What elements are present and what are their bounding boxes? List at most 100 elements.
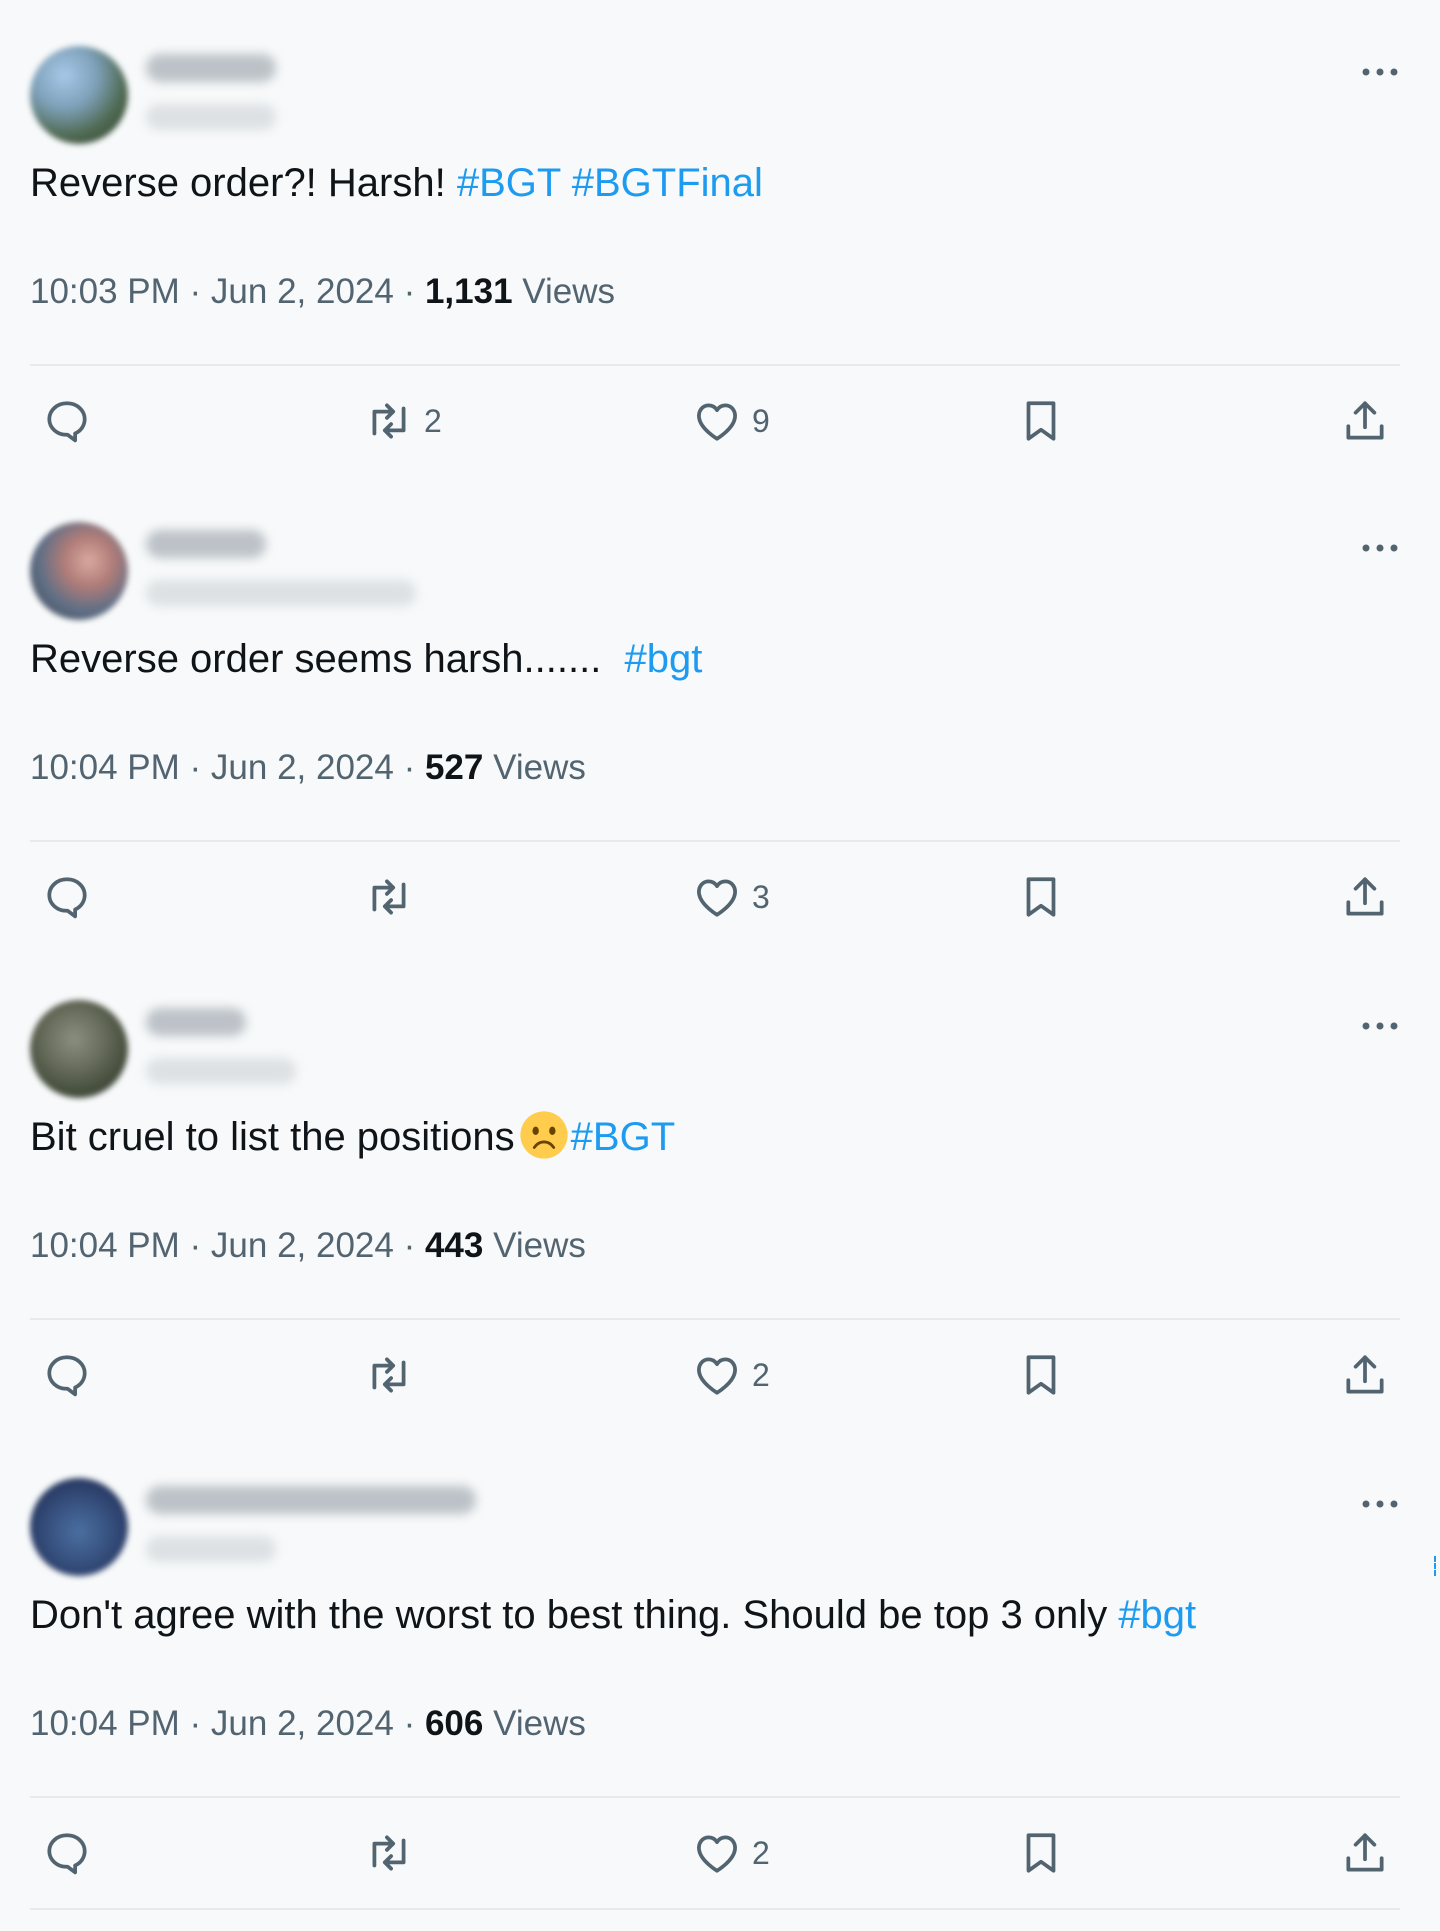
bookmark-button[interactable]: [1016, 872, 1066, 922]
hashtag-link[interactable]: #bgt: [624, 637, 702, 681]
avatar[interactable]: [30, 46, 128, 144]
bookmark-button[interactable]: [1016, 396, 1066, 446]
share-button[interactable]: [1340, 872, 1390, 922]
meta-separator: ·: [393, 1704, 425, 1743]
avatar[interactable]: [30, 1000, 128, 1098]
bookmark-icon: [1026, 1355, 1056, 1395]
meta-separator: ·: [393, 748, 425, 787]
like-button[interactable]: 9: [692, 396, 770, 446]
like-icon: [697, 879, 737, 917]
like-icon: [697, 1835, 737, 1873]
tweet-card[interactable]: Bit cruel to list the positions #BGT 10:0…: [0, 954, 1440, 1432]
author-name-blurred[interactable]: [146, 1486, 476, 1514]
reply-button[interactable]: [42, 1350, 92, 1400]
author-name-blurred[interactable]: [146, 1008, 246, 1036]
divider: [30, 1318, 1400, 1320]
tweet-card[interactable]: Reverse order seems harsh....... #bgt 10…: [0, 476, 1440, 954]
more-icon[interactable]: [1360, 538, 1400, 558]
hashtag-link[interactable]: #BGT: [457, 161, 561, 205]
share-button[interactable]: [1340, 1828, 1390, 1878]
author-handle-blurred: [146, 104, 276, 130]
views-count: 1,131: [424, 272, 513, 311]
bookmark-icon: [1026, 1833, 1056, 1873]
like-button[interactable]: 2: [692, 1828, 770, 1878]
tweet-text-content: Reverse order?! Harsh!: [30, 161, 446, 205]
share-icon: [1346, 1833, 1384, 1872]
bookmark-button[interactable]: [1016, 1828, 1066, 1878]
reply-button[interactable]: [42, 872, 92, 922]
bookmark-icon: [1026, 877, 1056, 917]
hashtag-link[interactable]: #bgt: [1118, 1593, 1196, 1637]
author-handle-blurred: [146, 580, 416, 606]
tweet-date[interactable]: Jun 2, 2024: [211, 1704, 394, 1743]
meta-separator: ·: [179, 272, 211, 311]
like-count: 3: [752, 878, 770, 915]
tweet-date[interactable]: Jun 2, 2024: [211, 748, 394, 787]
reply-button[interactable]: [42, 396, 92, 446]
like-icon: [697, 403, 737, 441]
tweet-meta: 10:04 PM · Jun 2, 2024 · 527 Views: [30, 748, 586, 788]
hashtag-link[interactable]: #BGT: [571, 1115, 675, 1159]
tweet-meta: 10:04 PM · Jun 2, 2024 · 606 Views: [30, 1704, 586, 1744]
bookmark-button[interactable]: [1016, 1350, 1066, 1400]
views-count: 527: [424, 748, 484, 787]
tweet-text-content: Don't agree with the worst to best thing…: [30, 1593, 1108, 1637]
tweet-text: Reverse order?! Harsh! #BGT #BGTFinal: [30, 155, 763, 211]
more-icon[interactable]: [1360, 62, 1400, 82]
views-label: Views: [493, 748, 586, 787]
retweet-button[interactable]: 2: [364, 396, 442, 446]
more-icon[interactable]: [1360, 1016, 1400, 1036]
tweet-card[interactable]: Reverse order?! Harsh! #BGT #BGTFinal 10…: [0, 0, 1440, 478]
tweet-card[interactable]: Don't agree with the worst to best thing…: [0, 1432, 1440, 1910]
share-button[interactable]: [1340, 1350, 1390, 1400]
retweet-icon: [372, 403, 406, 439]
reply-icon: [47, 401, 87, 443]
divider: [30, 1796, 1400, 1798]
reply-button[interactable]: [42, 1828, 92, 1878]
tweet-time[interactable]: 10:04 PM: [30, 1226, 180, 1265]
views-count: 606: [424, 1704, 484, 1743]
meta-separator: ·: [179, 1226, 211, 1265]
tweet-meta: 10:04 PM · Jun 2, 2024 · 443 Views: [30, 1226, 586, 1266]
tweet-meta: 10:03 PM · Jun 2, 2024 · 1,131 Views: [30, 272, 615, 312]
retweet-button[interactable]: [364, 872, 414, 922]
avatar[interactable]: [30, 1478, 128, 1576]
tweet-text: Reverse order seems harsh....... #bgt: [30, 631, 702, 687]
edge-marker: [1434, 1556, 1440, 1576]
like-count: 2: [752, 1356, 770, 1393]
tweet-text-content: Bit cruel to list the positions: [30, 1115, 515, 1159]
meta-separator: ·: [393, 272, 425, 311]
retweet-button[interactable]: [364, 1350, 414, 1400]
meta-separator: ·: [179, 1704, 211, 1743]
more-icon[interactable]: [1360, 1494, 1400, 1514]
reply-icon: [47, 1355, 87, 1397]
author-name-blurred[interactable]: [146, 54, 276, 82]
views-label: Views: [493, 1704, 586, 1743]
meta-separator: ·: [393, 1226, 425, 1265]
hashtag-link[interactable]: #BGTFinal: [572, 161, 763, 205]
tweet-time[interactable]: 10:03 PM: [30, 272, 180, 311]
divider: [30, 840, 1400, 842]
share-icon: [1346, 877, 1384, 916]
frowning-face-emoji: [520, 1111, 568, 1159]
tweet-text: Don't agree with the worst to best thing…: [30, 1587, 1196, 1643]
views-count: 443: [424, 1226, 484, 1265]
retweet-button[interactable]: [364, 1828, 414, 1878]
author-name-blurred[interactable]: [146, 530, 266, 558]
like-button[interactable]: 3: [692, 872, 770, 922]
retweet-icon: [372, 879, 406, 915]
retweet-count: 2: [424, 402, 442, 439]
like-count: 9: [752, 402, 770, 439]
share-button[interactable]: [1340, 396, 1390, 446]
retweet-icon: [372, 1835, 406, 1871]
bookmark-icon: [1026, 401, 1056, 441]
avatar[interactable]: [30, 522, 128, 620]
tweet-time[interactable]: 10:04 PM: [30, 748, 180, 787]
tweet-date[interactable]: Jun 2, 2024: [211, 272, 394, 311]
meta-separator: ·: [179, 748, 211, 787]
divider: [30, 364, 1400, 366]
tweet-time[interactable]: 10:04 PM: [30, 1704, 180, 1743]
views-label: Views: [493, 1226, 586, 1265]
tweet-date[interactable]: Jun 2, 2024: [211, 1226, 394, 1265]
like-button[interactable]: 2: [692, 1350, 770, 1400]
